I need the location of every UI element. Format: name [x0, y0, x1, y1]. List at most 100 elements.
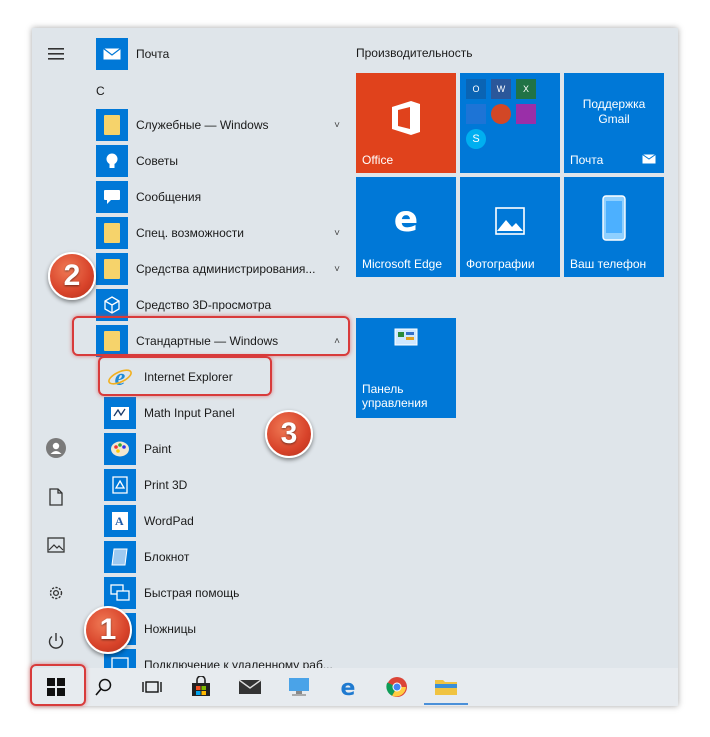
chevron-down-icon: ˅ — [334, 227, 340, 239]
paint-icon — [104, 433, 136, 465]
svg-text:A: A — [115, 514, 124, 528]
app-item-math-input-panel[interactable]: Math Input Panel — [104, 395, 350, 431]
phone-icon — [602, 195, 626, 241]
tile-label: Поддержка Gmail — [582, 97, 646, 126]
settings-button[interactable] — [32, 575, 80, 611]
mail-icon — [238, 679, 262, 694]
store-icon — [192, 676, 210, 696]
print-3d-icon — [104, 469, 136, 501]
app-item-label: Средства администрирования... — [136, 262, 316, 276]
app-item-label: Math Input Panel — [144, 406, 235, 420]
wordpad-icon: A — [104, 505, 136, 537]
step-badge-2: 2 — [48, 252, 96, 300]
app-item-label: Print 3D — [144, 478, 188, 492]
math-input-icon — [104, 397, 136, 429]
tile-label: Microsoft Edge — [362, 257, 443, 271]
app-item-folder-admin-tools[interactable]: Средства администрирования... ˅ — [96, 251, 350, 287]
app-item-label: Paint — [144, 442, 172, 456]
documents-button[interactable] — [32, 479, 80, 515]
hamburger-menu-button[interactable] — [32, 36, 80, 72]
quick-assist-icon — [104, 577, 136, 609]
app-item-label: Служебные — Windows — [136, 118, 269, 132]
svg-text:e: e — [341, 676, 356, 698]
app-item-paint[interactable]: Paint — [104, 431, 350, 467]
folder-icon — [96, 109, 128, 141]
notepad-icon — [104, 541, 136, 573]
office-apps-folder-icon: O W X S — [466, 79, 558, 167]
computer-icon — [289, 678, 309, 696]
app-item-folder-system[interactable]: Служебные — Windows ˅ — [96, 107, 350, 143]
taskbar: e — [32, 668, 678, 706]
app-item-print-3d[interactable]: Print 3D — [104, 467, 350, 503]
folder-icon — [96, 253, 128, 285]
letter-header[interactable]: С — [96, 84, 105, 98]
edge-icon: e — [341, 676, 356, 698]
app-item-label: Сообщения — [136, 190, 202, 204]
app-item-label: Спец. возможности — [136, 226, 244, 240]
tile-gmail-support[interactable]: Поддержка Gmail Почта — [564, 73, 664, 173]
tile-office[interactable]: Office — [356, 73, 456, 173]
tile-label: Office — [362, 153, 394, 167]
folder-icon — [435, 680, 457, 695]
office-icon — [392, 101, 420, 135]
taskbar-file-explorer[interactable] — [424, 669, 468, 705]
tile-sublabel: Почта — [570, 153, 604, 167]
app-item-mail[interactable]: Почта — [96, 36, 350, 72]
app-item-folder-accessibility[interactable]: Спец. возможности ˅ — [96, 215, 350, 251]
tile-label: Ваш телефон — [570, 257, 647, 271]
message-icon — [96, 181, 128, 213]
tile-microsoft-edge[interactable]: e Microsoft Edge — [356, 177, 456, 277]
mail-icon — [642, 154, 656, 164]
step-badge-3: 3 — [265, 410, 313, 458]
app-item-label: Советы — [136, 154, 178, 168]
taskbar-edge[interactable]: e — [326, 669, 370, 705]
tile-label: Панель управления — [362, 382, 428, 410]
user-account-button[interactable] — [32, 430, 80, 466]
task-view-icon — [142, 681, 162, 693]
app-item-tips[interactable]: Советы — [96, 143, 350, 179]
lightbulb-icon — [96, 145, 128, 177]
tile-photos[interactable]: Фотографии — [460, 177, 560, 277]
taskbar-store[interactable] — [179, 669, 223, 705]
pictures-button[interactable] — [32, 527, 80, 563]
tile-office-apps-folder[interactable]: O W X S — [460, 73, 560, 173]
control-panel-icon — [394, 328, 418, 346]
svg-text:e: e — [394, 199, 418, 239]
document-icon — [49, 488, 63, 506]
app-item-label: Средство 3D-просмотра — [136, 298, 272, 312]
power-icon — [48, 633, 64, 649]
step-badge-1: 1 — [84, 606, 132, 654]
edge-icon: e — [394, 199, 418, 239]
highlight-internet-explorer — [98, 356, 272, 396]
chrome-icon — [386, 677, 407, 697]
highlight-accessories-folder — [72, 316, 350, 356]
app-item-label: Быстрая помощь — [144, 586, 240, 600]
power-button[interactable] — [32, 623, 80, 659]
app-item-remote-desktop[interactable]: Подключение к удаленному раб... — [104, 647, 350, 668]
app-item-label: Блокнот — [144, 550, 190, 564]
tile-your-phone[interactable]: Ваш телефон — [564, 177, 664, 277]
app-item-snipping-tool[interactable]: Ножницы — [104, 611, 350, 647]
app-item-label: WordPad — [144, 514, 194, 528]
app-item-notepad[interactable]: Блокнот — [104, 539, 350, 575]
taskbar-chrome[interactable] — [375, 669, 419, 705]
taskbar-mail[interactable] — [228, 669, 272, 705]
app-item-wordpad[interactable]: A WordPad — [104, 503, 350, 539]
photos-icon — [495, 207, 525, 235]
mail-icon — [96, 38, 128, 70]
taskbar-this-pc[interactable] — [277, 669, 321, 705]
tile-group-title[interactable]: Производительность — [356, 46, 472, 60]
app-item-label: Почта — [136, 47, 170, 61]
app-item-label: Подключение к удаленному раб... — [144, 658, 333, 668]
search-button[interactable] — [82, 669, 126, 705]
task-view-button[interactable] — [130, 669, 174, 705]
app-item-quick-assist[interactable]: Быстрая помощь — [104, 575, 350, 611]
chevron-down-icon: ˅ — [334, 263, 340, 275]
tile-control-panel[interactable]: Панель управления — [356, 318, 456, 418]
folder-icon — [96, 217, 128, 249]
hamburger-icon — [48, 48, 64, 60]
search-icon — [95, 678, 112, 696]
gear-icon — [49, 586, 63, 600]
chevron-down-icon: ˅ — [334, 119, 340, 131]
app-item-messaging[interactable]: Сообщения — [96, 179, 350, 215]
